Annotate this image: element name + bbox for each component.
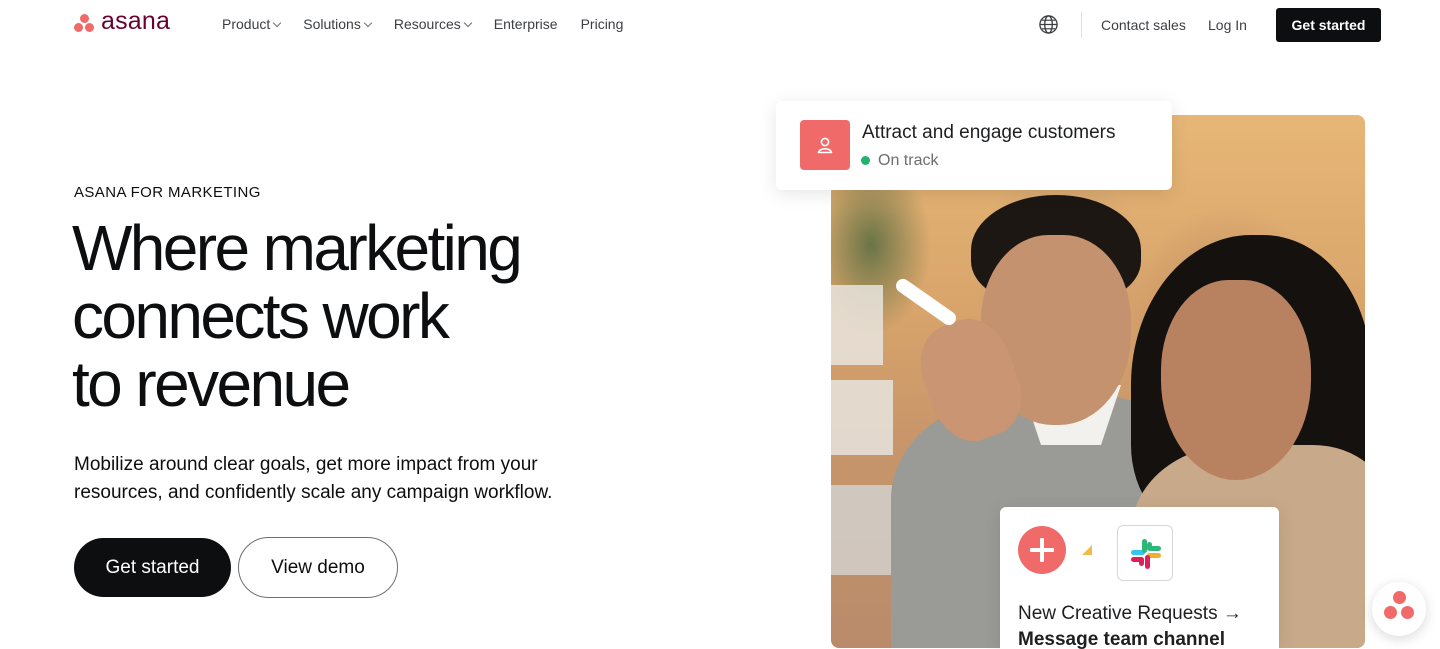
logo-wordmark: asana xyxy=(101,7,171,35)
person-b-face xyxy=(1161,280,1311,480)
view-demo-button[interactable]: View demo xyxy=(238,537,398,598)
nav-item-label: Product xyxy=(222,16,271,32)
top-nav: asana Product Solutions Resources Enterp… xyxy=(0,0,1440,50)
login-link[interactable]: Log In xyxy=(1208,17,1247,33)
nav-item-product[interactable]: Product xyxy=(222,16,282,32)
nav-item-resources[interactable]: Resources xyxy=(393,16,473,32)
hero-headline: Where marketing connects work to revenue xyxy=(72,214,632,418)
status-dot xyxy=(861,156,870,165)
headline-line: to revenue xyxy=(72,348,351,420)
plus-icon xyxy=(1018,526,1066,574)
sticky-note xyxy=(831,380,893,455)
asana-dots-icon xyxy=(73,13,95,33)
globe-icon[interactable] xyxy=(1038,14,1059,35)
nav-menu: Product Solutions Resources Enterprise P… xyxy=(222,16,646,32)
chevron-down-icon xyxy=(273,18,282,27)
rule-trigger-text: New Creative Requests → xyxy=(1018,603,1242,624)
marker-pen xyxy=(893,276,959,328)
headline-line: Where marketing xyxy=(72,212,523,284)
sticky-note xyxy=(831,285,883,365)
nav-item-label: Enterprise xyxy=(493,16,558,32)
rule-card: New Creative Requests → Message team cha… xyxy=(1000,507,1279,649)
subcopy-line: resources, and confidently scale any cam… xyxy=(74,482,553,503)
nav-item-pricing[interactable]: Pricing xyxy=(581,16,624,32)
nav-item-solutions[interactable]: Solutions xyxy=(303,16,373,32)
hero-subcopy: Mobilize around clear goals, get more im… xyxy=(74,451,594,507)
asana-chat-icon[interactable] xyxy=(1372,582,1426,636)
goal-card: Attract and engage customers On track xyxy=(776,101,1172,190)
nav-item-label: Pricing xyxy=(580,16,624,32)
slack-icon xyxy=(1117,525,1173,581)
person-icon xyxy=(800,120,850,170)
subcopy-line: Mobilize around clear goals, get more im… xyxy=(74,454,538,475)
asana-logo[interactable]: asana xyxy=(73,7,171,35)
hero-eyebrow: ASANA FOR MARKETING xyxy=(74,184,261,201)
headline-line: connects work xyxy=(72,280,450,352)
get-started-button[interactable]: Get started xyxy=(74,538,231,597)
rule-action-text: Message team channel xyxy=(1018,629,1225,649)
nav-item-label: Resources xyxy=(393,16,461,32)
contact-sales-link[interactable]: Contact sales xyxy=(1101,17,1186,33)
nav-divider xyxy=(1081,12,1082,38)
goal-status: On track xyxy=(878,152,939,169)
goal-title: Attract and engage customers xyxy=(862,122,1116,143)
nav-item-enterprise[interactable]: Enterprise xyxy=(494,16,558,32)
get-started-nav-button[interactable]: Get started xyxy=(1276,8,1381,42)
chevron-down-icon xyxy=(363,18,373,27)
connector-arrow-icon xyxy=(1082,545,1092,555)
chevron-down-icon xyxy=(463,18,473,27)
nav-item-label: Solutions xyxy=(303,16,361,32)
